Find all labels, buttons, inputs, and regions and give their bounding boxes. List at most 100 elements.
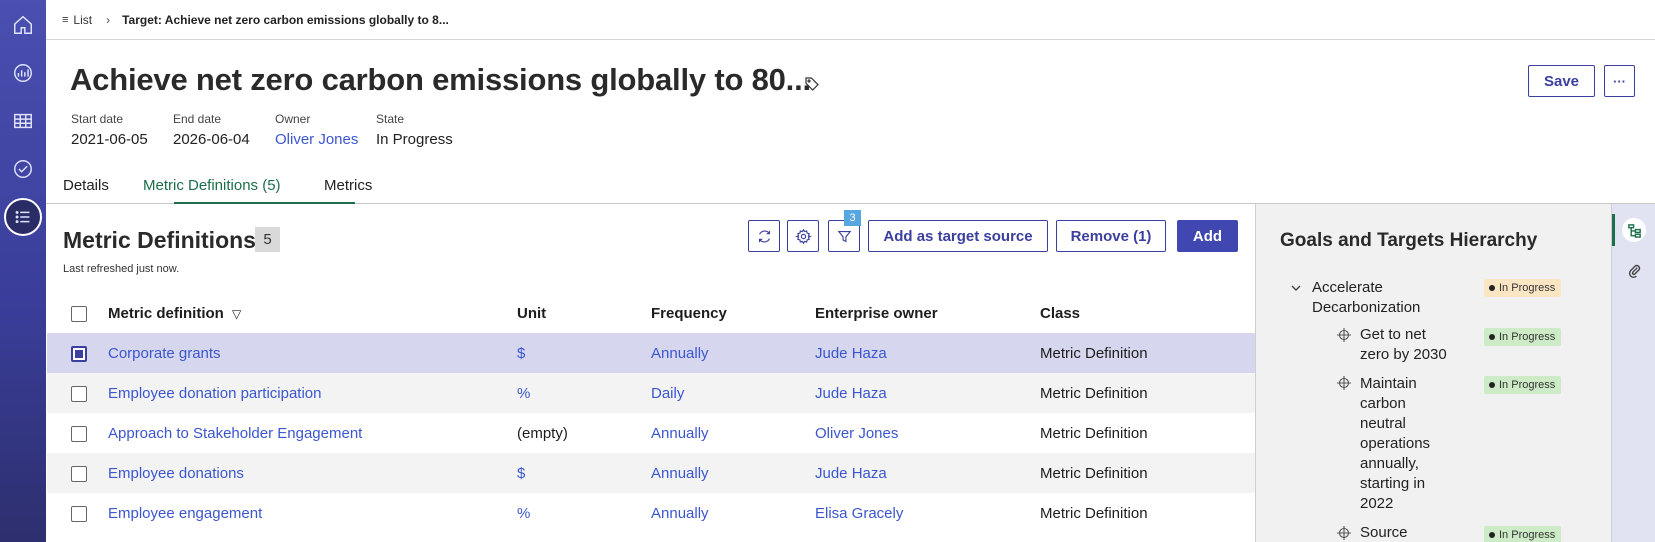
status-badge: In Progress — [1484, 279, 1562, 297]
metric-definition-link[interactable]: Employee donation participation — [108, 373, 517, 413]
end-date-label: End date — [173, 112, 222, 126]
frequency-link[interactable]: Annually — [651, 453, 815, 493]
column-header-label: Metric definition — [108, 304, 224, 322]
unit-link[interactable]: $ — [517, 333, 651, 373]
hierarchy-item-target[interactable]: Maintain carbon neutral operations annua… — [1360, 374, 1450, 514]
breadcrumb-current: Target: Achieve net zero carbon emission… — [122, 12, 449, 27]
hierarchy-item-goal[interactable]: Accelerate Decarbonization — [1312, 278, 1462, 318]
status-label: In Progress — [1499, 331, 1556, 343]
class-cell: Metric Definition — [1040, 373, 1255, 413]
start-date-label: Start date — [71, 112, 124, 126]
attachment-icon[interactable] — [1622, 258, 1646, 282]
owner-label: Owner — [275, 112, 311, 126]
table-icon[interactable] — [8, 106, 38, 136]
column-header-enterprise-owner[interactable]: Enterprise owner — [815, 293, 1040, 333]
list-count-badge: 5 — [255, 227, 280, 252]
column-filter-icon[interactable]: ▽ — [232, 307, 241, 321]
table-row[interactable]: Approach to Stakeholder Engagement (empt… — [47, 413, 1255, 453]
unit-link[interactable]: % — [517, 373, 651, 413]
remove-button[interactable]: Remove (1) — [1056, 220, 1166, 252]
frequency-link[interactable]: Annually — [651, 333, 815, 373]
enterprise-owner-link[interactable]: Jude Haza — [815, 453, 1040, 493]
target-crosshair-icon — [1337, 328, 1351, 342]
status-dot-icon — [1489, 334, 1495, 340]
hierarchy-title: Goals and Targets Hierarchy — [1280, 230, 1538, 251]
enterprise-owner-link[interactable]: Jude Haza — [815, 333, 1040, 373]
column-header-metric-definition[interactable]: Metric definition ▽ — [108, 293, 517, 333]
unit-link[interactable]: $ — [517, 453, 651, 493]
frequency-link[interactable]: Annually — [651, 493, 815, 533]
status-dot-icon — [1489, 532, 1495, 538]
list-icon[interactable] — [4, 198, 42, 236]
table-row[interactable]: Corporate grants $ Annually Jude Haza Me… — [47, 333, 1255, 373]
metric-definition-link[interactable]: Corporate grants — [108, 333, 517, 373]
metric-definition-link[interactable]: Employee donations — [108, 453, 517, 493]
unit-link[interactable]: % — [517, 493, 651, 533]
enterprise-owner-link[interactable]: Oliver Jones — [815, 413, 1040, 453]
enterprise-owner-link[interactable]: Jude Haza — [815, 373, 1040, 413]
row-checkbox[interactable] — [71, 385, 87, 402]
select-all-checkbox[interactable] — [71, 305, 87, 322]
start-date-value: 2021-06-05 — [71, 131, 148, 148]
state-label: State — [376, 112, 405, 126]
status-label: In Progress — [1499, 379, 1556, 391]
page-title: Achieve net zero carbon emissions global… — [70, 62, 811, 97]
breadcrumb-list-label: List — [73, 12, 93, 27]
hierarchy-item-target[interactable]: Source — [1360, 523, 1450, 542]
column-header-unit[interactable]: Unit — [517, 293, 651, 333]
column-header-class[interactable]: Class — [1040, 293, 1255, 333]
tab-metrics[interactable]: Metrics — [324, 177, 372, 194]
frequency-link[interactable]: Daily — [651, 373, 815, 413]
owner-link[interactable]: Oliver Jones — [275, 131, 358, 148]
hierarchy-item-target[interactable]: Get to net zero by 2030 — [1360, 325, 1450, 365]
column-header-frequency[interactable]: Frequency — [651, 293, 815, 333]
metric-definition-link[interactable]: Approach to Stakeholder Engagement — [108, 413, 517, 453]
status-badge: In Progress — [1484, 376, 1562, 394]
status-dot-icon — [1489, 285, 1495, 291]
save-button[interactable]: Save — [1528, 65, 1595, 97]
row-checkbox[interactable] — [71, 425, 87, 442]
metric-definition-link[interactable]: Employee engagement — [108, 493, 517, 533]
menu-icon: ≡ — [62, 13, 69, 26]
chevron-right-icon: › — [106, 12, 111, 27]
add-button[interactable]: Add — [1177, 220, 1238, 252]
start-date-field: Start date 2021-06-05 — [71, 112, 148, 148]
state-field: State In Progress — [376, 112, 453, 148]
breadcrumb: ≡ List › Target: Achieve net zero carbon… — [46, 0, 1655, 40]
gear-icon — [794, 228, 812, 244]
more-options-button[interactable]: ··· — [1604, 65, 1635, 97]
table-row[interactable]: Employee engagement % Annually Elisa Gra… — [47, 493, 1255, 533]
status-badge: In Progress — [1484, 526, 1562, 542]
refresh-button[interactable] — [748, 220, 780, 252]
status-badge: In Progress — [1484, 328, 1562, 346]
frequency-link[interactable]: Annually — [651, 413, 815, 453]
metric-definitions-table: Metric definition ▽ Unit Frequency Enter… — [47, 293, 1255, 533]
state-value: In Progress — [376, 131, 453, 148]
enterprise-owner-link[interactable]: Elisa Gracely — [815, 493, 1040, 533]
hierarchy-tree-icon[interactable] — [1622, 218, 1646, 242]
tab-metric-definitions[interactable]: Metric Definitions (5) — [143, 177, 281, 194]
dashboard-icon[interactable] — [8, 58, 38, 88]
settings-button[interactable] — [787, 220, 819, 252]
row-checkbox[interactable] — [71, 505, 87, 522]
table-row[interactable]: Employee donation participation % Daily … — [47, 373, 1255, 413]
tab-details[interactable]: Details — [63, 177, 109, 194]
table-row[interactable]: Employee donations $ Annually Jude Haza … — [47, 453, 1255, 493]
class-cell: Metric Definition — [1040, 453, 1255, 493]
end-date-value: 2026-06-04 — [173, 131, 250, 148]
add-as-target-source-button[interactable]: Add as target source — [868, 220, 1048, 252]
rail-active-indicator — [1612, 214, 1615, 246]
status-label: In Progress — [1499, 282, 1556, 294]
breadcrumb-list-link[interactable]: ≡ List — [62, 13, 92, 27]
check-circle-icon[interactable] — [8, 154, 38, 184]
table-header-row: Metric definition ▽ Unit Frequency Enter… — [47, 293, 1255, 333]
target-crosshair-icon — [1337, 526, 1351, 540]
row-checkbox[interactable] — [71, 465, 87, 482]
chevron-down-icon[interactable] — [1290, 282, 1302, 294]
owner-field: Owner Oliver Jones — [275, 112, 358, 148]
home-icon[interactable] — [8, 10, 38, 40]
tag-icon[interactable] — [804, 76, 820, 92]
active-tab-indicator — [174, 202, 355, 204]
row-checkbox[interactable] — [71, 345, 87, 362]
last-refreshed-text: Last refreshed just now. — [63, 263, 180, 275]
